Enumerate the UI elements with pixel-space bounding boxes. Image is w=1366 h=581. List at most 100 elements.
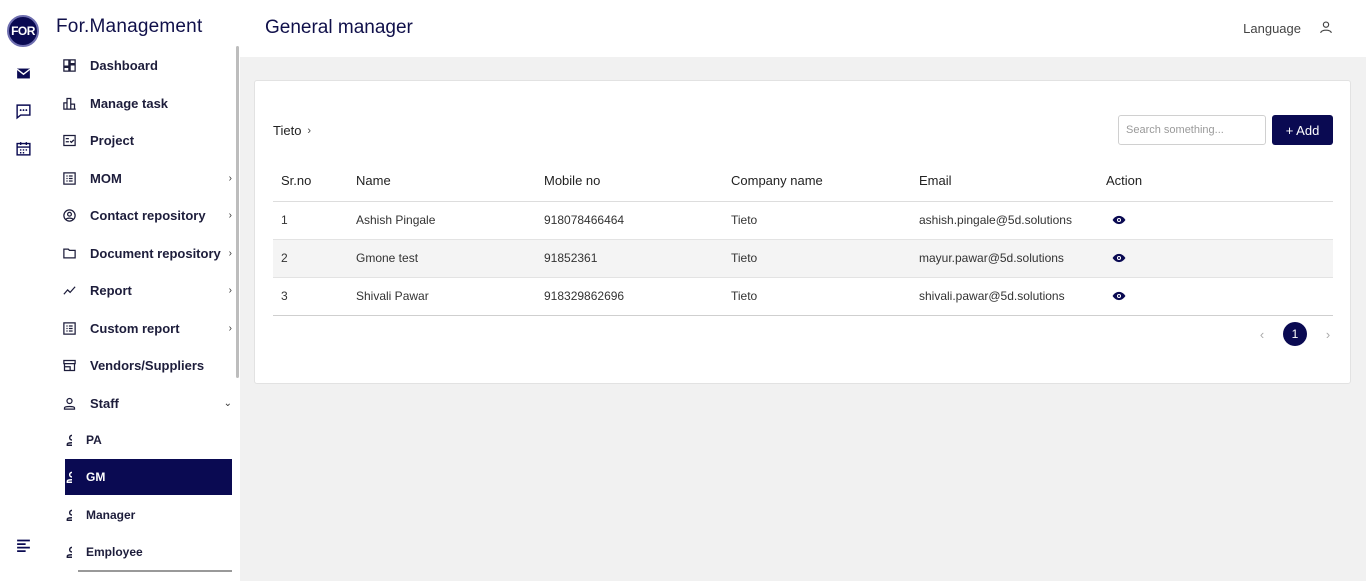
sidebar-scrollbar[interactable] [236, 46, 239, 378]
table-row: 2 Gmone test 91852361 Tieto mayur.pawar@… [273, 239, 1333, 278]
breadcrumb: Tieto › [273, 123, 311, 138]
sidebar-item-label: Document repository [90, 245, 221, 261]
page-number-button[interactable]: 1 [1283, 322, 1307, 346]
person-icon [61, 395, 77, 411]
column-header-name[interactable]: Name [348, 161, 536, 202]
cell-srno: 1 [273, 201, 348, 240]
staff-card: Tieto › + Add Sr.no Name Mobile no Compa… [254, 80, 1351, 384]
cell-name: Shivali Pawar [348, 277, 536, 316]
mail-icon[interactable] [12, 62, 34, 84]
sidebar-subitem-label: GM [86, 470, 106, 484]
column-header-company[interactable]: Company name [723, 161, 911, 202]
column-header-srno[interactable]: Sr.no [273, 161, 348, 202]
column-header-email[interactable]: Email [911, 161, 1098, 202]
menu-icon[interactable] [12, 534, 34, 556]
person-icon [62, 470, 72, 484]
chevron-right-icon: › [228, 172, 232, 184]
breadcrumb-company[interactable]: Tieto [273, 123, 301, 138]
chevron-right-icon: › [228, 209, 232, 221]
report-icon [61, 320, 77, 336]
search-input[interactable] [1118, 115, 1266, 145]
column-header-mobile[interactable]: Mobile no [536, 161, 723, 202]
sidebar-item-vendors-suppliers[interactable]: Vendors/Suppliers [46, 347, 236, 383]
chevron-right-icon: › [307, 124, 312, 137]
prev-page-button[interactable]: ‹ [1255, 327, 1269, 342]
user-icon[interactable] [1319, 20, 1333, 34]
sidebar-subitem-label: Manager [86, 508, 136, 522]
column-header-action: Action [1098, 161, 1333, 202]
sidebar-item-project[interactable]: Project [46, 122, 236, 158]
sidebar-subitem-label: PA [86, 433, 102, 447]
sidebar-divider [78, 570, 232, 572]
cell-email: ashish.pingale@5d.solutions [911, 201, 1098, 240]
contact-icon [61, 207, 77, 223]
sidebar-item-label: Vendors/Suppliers [90, 357, 205, 373]
add-button[interactable]: + Add [1272, 115, 1333, 145]
table-row: 3 Shivali Pawar 918329862696 Tieto shiva… [273, 277, 1333, 316]
person-icon [62, 433, 72, 447]
bar-chart-icon [61, 95, 77, 111]
app-logo[interactable]: FOR [7, 15, 39, 47]
staff-table: Sr.no Name Mobile no Company name Email … [273, 161, 1333, 316]
sidebar-item-label: Contact repository [90, 207, 206, 223]
sidebar: Dashboard Manage task Project MOM › Cont… [46, 46, 240, 581]
sidebar-subitem-manager[interactable]: Manager [65, 497, 232, 533]
cell-email: shivali.pawar@5d.solutions [911, 277, 1098, 316]
sidebar-item-contact-repository[interactable]: Contact repository › [46, 197, 236, 233]
icon-rail: FOR [0, 0, 46, 581]
top-header: General manager Language [240, 0, 1366, 57]
sidebar-item-staff[interactable]: Staff ⌄ [46, 385, 236, 421]
pagination: ‹ 1 › [1255, 322, 1335, 346]
view-eye-icon[interactable] [1112, 213, 1126, 227]
chevron-right-icon: › [228, 247, 232, 259]
person-icon [62, 508, 72, 522]
list-icon [61, 170, 77, 186]
cell-name: Ashish Pingale [348, 201, 536, 240]
sidebar-item-label: MOM [90, 170, 122, 186]
sidebar-item-label: Project [90, 132, 135, 148]
store-icon [61, 357, 77, 373]
page-title: General manager [265, 17, 413, 38]
sidebar-subitem-pa[interactable]: PA [65, 422, 232, 458]
sidebar-subitem-employee[interactable]: Employee [65, 534, 232, 570]
cell-action [1098, 277, 1333, 316]
dashboard-icon [61, 57, 77, 73]
cell-company: Tieto [723, 201, 911, 240]
sidebar-item-custom-report[interactable]: Custom report › [46, 310, 236, 346]
trend-icon [61, 282, 77, 298]
next-page-button[interactable]: › [1321, 327, 1335, 342]
person-icon [62, 545, 72, 559]
cell-mobile: 91852361 [536, 239, 723, 278]
sidebar-item-report[interactable]: Report › [46, 272, 236, 308]
view-eye-icon[interactable] [1112, 251, 1126, 265]
language-selector[interactable]: Language [1243, 21, 1301, 36]
sidebar-item-dashboard[interactable]: Dashboard [46, 47, 236, 83]
sidebar-subitem-gm[interactable]: GM [65, 459, 232, 495]
cell-name: Gmone test [348, 239, 536, 278]
sidebar-item-manage-task[interactable]: Manage task [46, 85, 236, 121]
sidebar-item-label: Staff [90, 395, 119, 411]
main-content: Tieto › + Add Sr.no Name Mobile no Compa… [240, 57, 1366, 581]
cell-mobile: 918078466464 [536, 201, 723, 240]
sidebar-item-mom[interactable]: MOM › [46, 160, 236, 196]
table-header-row: Sr.no Name Mobile no Company name Email … [273, 161, 1333, 202]
cell-company: Tieto [723, 277, 911, 316]
cell-srno: 3 [273, 277, 348, 316]
chevron-down-icon: ⌄ [223, 397, 232, 409]
brand-name: For.Management [56, 16, 203, 37]
checklist-icon [61, 132, 77, 148]
table-row: 1 Ashish Pingale 918078466464 Tieto ashi… [273, 201, 1333, 240]
cell-srno: 2 [273, 239, 348, 278]
sidebar-item-label: Dashboard [90, 57, 158, 73]
cell-action [1098, 239, 1333, 278]
cell-company: Tieto [723, 239, 911, 278]
chat-icon[interactable] [12, 100, 34, 122]
sidebar-item-label: Report [90, 282, 132, 298]
sidebar-subitem-label: Employee [86, 545, 143, 559]
folder-icon [61, 245, 77, 261]
sidebar-item-label: Custom report [90, 320, 180, 336]
sidebar-item-document-repository[interactable]: Document repository › [46, 235, 236, 271]
view-eye-icon[interactable] [1112, 289, 1126, 303]
calendar-icon[interactable] [12, 137, 34, 159]
chevron-right-icon: › [228, 284, 232, 296]
